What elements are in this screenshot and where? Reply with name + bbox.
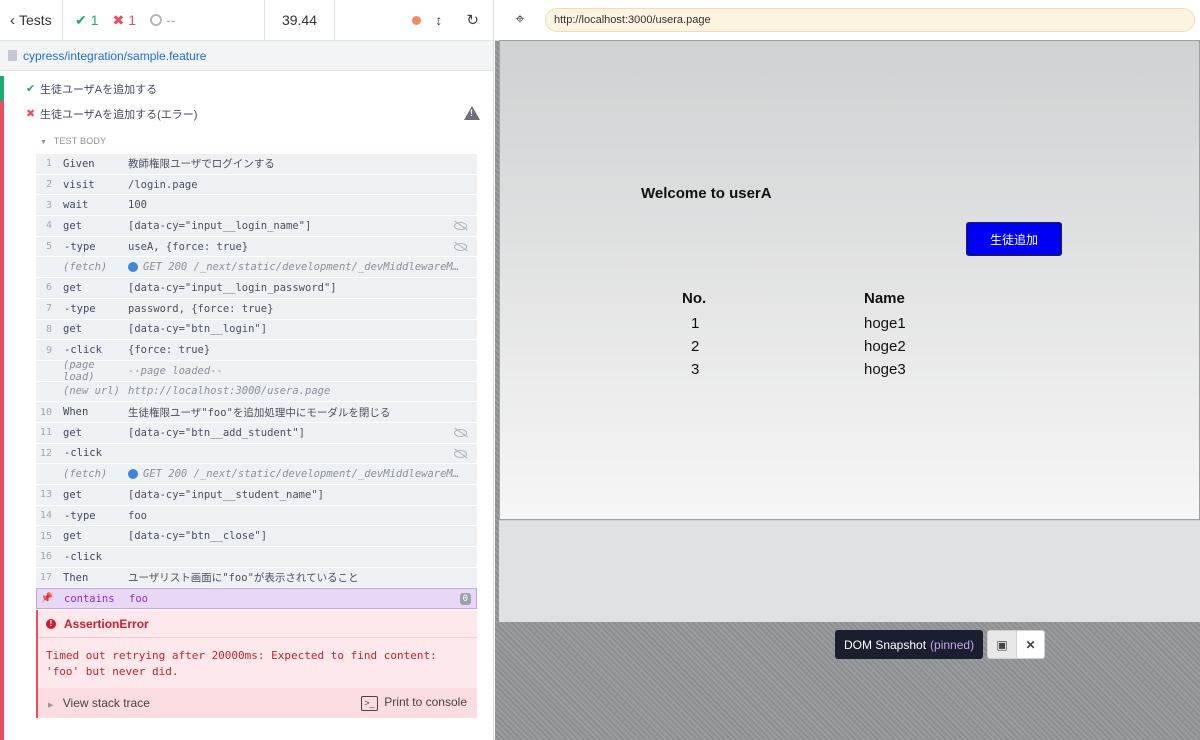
cross-icon: ✖: [112, 11, 125, 28]
spec-path-bar[interactable]: cypress/integration/sample.feature: [0, 41, 493, 71]
test-title: 生徒ユーザAを追加する: [40, 83, 158, 96]
test-title: 生徒ユーザAを追加する(エラー): [40, 108, 198, 121]
failed-test-bar: [0, 126, 4, 740]
command-row-new-url[interactable]: (new url) http://localhost:3000/usera.pag…: [36, 381, 477, 403]
eye-slash-icon: [454, 222, 467, 231]
eye-slash-icon: [454, 242, 467, 251]
error-title: AssertionError: [64, 616, 149, 631]
triangle-down-icon: ▼: [40, 139, 48, 146]
passed-count: ✔ 1: [75, 11, 99, 29]
cell-name: hoge3: [864, 361, 906, 378]
failed-count: ✖ 1: [112, 11, 137, 29]
table-row: 3 hoge3: [664, 358, 906, 381]
element-count-badge: 0: [459, 593, 471, 606]
error-message: Timed out retrying after 20000ms: Expect…: [46, 649, 437, 678]
add-student-button[interactable]: 生徒追加: [966, 222, 1062, 256]
warning-icon: [464, 106, 480, 120]
pending-count: --: [150, 12, 175, 28]
runnable-list: ✔ 生徒ユーザAを追加する ✖ 生徒ユーザAを追加する(エラー) ▼ TEST …: [0, 72, 494, 740]
table-row: 2 hoge2: [664, 335, 906, 358]
error-icon: !: [46, 618, 56, 629]
welcome-heading: Welcome to userA: [641, 185, 772, 202]
eye-slash-icon: [454, 449, 467, 458]
error-header: ! AssertionError: [38, 610, 477, 638]
command-log: 1 Given 教師権限ユーザでログインする 2 visit/login.page 3…: [36, 154, 477, 610]
cell-no: 1: [691, 315, 700, 332]
crosshair-icon[interactable]: ⌖: [495, 11, 545, 29]
restart-icon[interactable]: ↻: [466, 11, 479, 29]
command-row-pinned[interactable]: 📌 contains foo 0: [36, 588, 477, 610]
cell-name: hoge1: [864, 315, 906, 332]
reporter-panel: ‹ Tests ✔ 1 ✖ 1 -- 39.44 ↕ ↻ cypress/int…: [0, 0, 494, 740]
viewport-padding: [499, 520, 1200, 622]
command-row-page-load[interactable]: (page load) --page loaded--: [36, 359, 477, 383]
user-table: No. Name 1 hoge1 2 hoge2 3 hoge3: [664, 284, 906, 381]
duration: 39.44: [265, 0, 335, 41]
command-row[interactable]: 16 -click: [36, 547, 477, 568]
command-row[interactable]: 5 -type useA, {force: true}: [36, 236, 477, 258]
triangle-right-icon: ▶: [48, 702, 54, 709]
command-row[interactable]: 4 get [data-cy="input__login_name"]: [36, 216, 477, 237]
command-row[interactable]: 6 get [data-cy="input__login_password"]: [36, 278, 477, 299]
test-body-header[interactable]: ▼ TEST BODY: [40, 136, 106, 146]
close-icon[interactable]: ✕: [1016, 631, 1044, 658]
stats-bar: ‹ Tests ✔ 1 ✖ 1 -- 39.44 ↕ ↻: [0, 0, 493, 41]
highlight-toggle-icon[interactable]: ▣: [988, 631, 1016, 658]
cell-no: 2: [691, 338, 700, 355]
terminal-icon: >_: [360, 695, 378, 711]
cross-icon: ✖: [26, 108, 36, 120]
file-icon: [8, 50, 17, 61]
test-item-passed[interactable]: ✔ 生徒ユーザAを追加する: [0, 76, 494, 101]
pin-icon: 📌: [40, 593, 53, 605]
command-row[interactable]: 12 -click: [36, 443, 477, 465]
eye-slash-icon: [454, 428, 467, 437]
status-dot-icon: [412, 15, 422, 25]
app-area: ⌖ http://localhost:3000/usera.page Welco…: [495, 0, 1200, 740]
test-item-failed[interactable]: ✖ 生徒ユーザAを追加する(エラー): [0, 101, 494, 126]
column-header-name: Name: [864, 289, 905, 307]
command-row[interactable]: 10 When 生徒権限ユーザ"foo"を追加処理中にモーダルを閉じる: [36, 402, 477, 423]
command-row[interactable]: 14 -type foo: [36, 505, 477, 527]
column-header-no: No.: [682, 289, 707, 307]
print-to-console-button[interactable]: >_ Print to console: [360, 695, 467, 711]
scroll-toggle-icon[interactable]: ↕: [435, 12, 442, 28]
url-bar: ⌖ http://localhost:3000/usera.page: [495, 0, 1200, 41]
cell-name: hoge2: [864, 338, 906, 355]
check-icon: ✔: [26, 83, 36, 95]
url-display: http://localhost:3000/usera.page: [545, 8, 1195, 32]
request-dot-icon: [128, 469, 138, 480]
command-row-fetch[interactable]: (fetch) GET 200 /_next/static/development…: [36, 257, 477, 279]
command-row[interactable]: 11 get [data-cy="btn__add_student"]: [36, 422, 477, 444]
cell-no: 3: [691, 361, 700, 378]
spec-path-link[interactable]: cypress/integration/sample.feature: [23, 49, 206, 63]
request-dot-icon: [128, 262, 138, 273]
command-row[interactable]: 2 visit/login.page: [36, 174, 477, 196]
command-row[interactable]: 1 Given 教師権限ユーザでログインする: [36, 154, 477, 175]
error-panel: ! AssertionError Timed out retrying afte…: [36, 610, 477, 718]
command-row[interactable]: 15 get [data-cy="btn__close"]: [36, 526, 477, 548]
error-footer: ▶ View stack trace >_ Print to console: [38, 688, 477, 718]
check-icon: ✔: [75, 11, 87, 28]
command-row[interactable]: 3 wait 100: [36, 195, 477, 217]
snapshot-controls: ▣ ✕: [987, 630, 1045, 659]
test-counts: ✔ 1 ✖ 1 --: [63, 0, 265, 41]
dom-snapshot-label: DOM Snapshot (pinned): [835, 630, 984, 659]
pending-ring-icon: [150, 14, 163, 26]
tests-label: Tests: [19, 12, 52, 28]
chevron-left-icon: ‹: [10, 11, 15, 29]
view-stack-trace-button[interactable]: ▶ View stack trace: [48, 696, 150, 710]
command-row-fetch[interactable]: (fetch) GET 200 /_next/static/development…: [36, 464, 477, 485]
command-row[interactable]: 13 get [data-cy="input__student_name"]: [36, 485, 477, 506]
table-row: 1 hoge1: [664, 312, 906, 335]
run-controls: ↕ ↻: [335, 0, 493, 41]
command-row[interactable]: 7 -type password, {force: true}: [36, 298, 477, 320]
aut-iframe: Welcome to userA 生徒追加 No. Name 1 hoge1 2…: [499, 40, 1200, 520]
command-row[interactable]: 8 get [data-cy="btn__login"]: [36, 319, 477, 341]
command-row[interactable]: 17 Then ユーザリスト画面に"foo"が表示されていること: [36, 567, 477, 589]
table-header-row: No. Name: [664, 284, 906, 312]
tests-button[interactable]: ‹ Tests: [0, 0, 63, 41]
